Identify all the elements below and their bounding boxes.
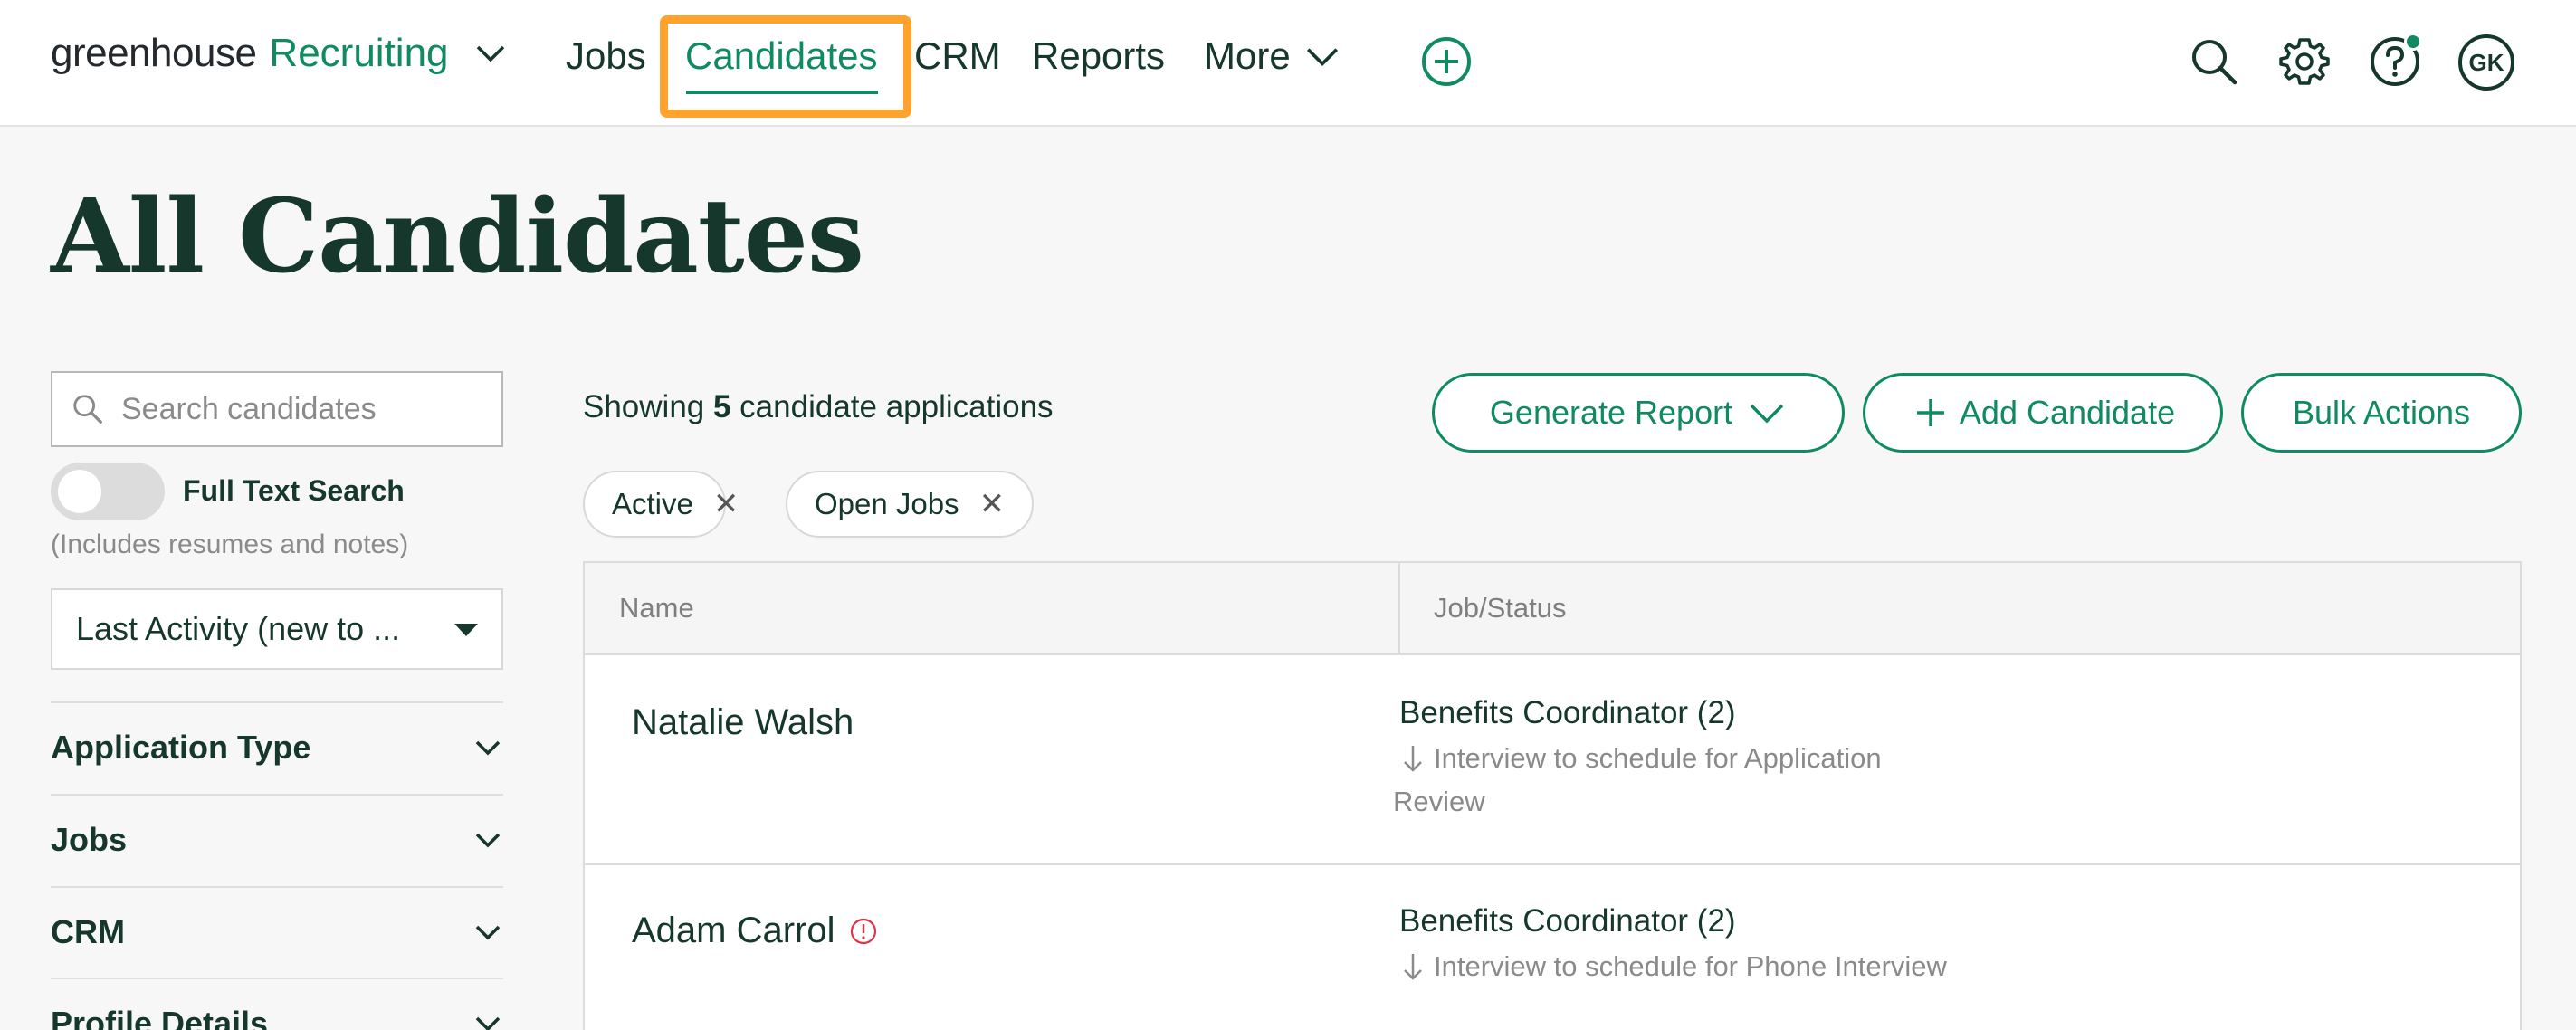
candidate-name-text: Natalie Walsh [632,702,854,742]
full-text-search-label: Full Text Search [183,474,405,507]
filter-label: CRM [51,913,125,950]
results-count-text: Showing 5 candidate applications [583,389,1054,425]
filter-jobs[interactable]: Jobs [51,794,503,884]
filter-chip-active: Active ✕ [583,471,739,538]
nav-more[interactable]: More [1204,34,1341,78]
add-candidate-button[interactable]: Add Candidate [1863,373,2223,453]
chevron-down-icon [475,833,501,848]
search-icon[interactable] [2187,34,2241,89]
chevron-down-icon [475,925,501,940]
full-text-search-toggle[interactable] [51,463,165,520]
notification-dot [2404,33,2422,51]
column-header-job-status[interactable]: Job/Status [1434,592,1566,625]
arrow-down-icon [1404,746,1422,772]
nav-more-label: More [1204,34,1291,77]
candidate-name[interactable]: Natalie Walsh [632,702,854,743]
candidates-table: Name Job/Status Natalie Walsh Benefits C… [583,561,2522,1030]
nav-crm[interactable]: CRM [914,34,1001,78]
search-icon [73,395,102,424]
highlight-box [660,15,911,118]
add-candidate-label: Add Candidate [1959,394,2176,431]
chevron-down-icon [475,740,501,756]
sort-select-value: Last Activity (new to ... [76,610,401,647]
stage-status: Interview to schedule for Phone Intervie… [1399,950,1947,983]
column-header-name[interactable]: Name [619,592,694,625]
app-logo[interactable]: greenhouse Recruiting [51,31,509,76]
candidate-search-box[interactable] [51,371,503,447]
candidate-name[interactable]: Adam Carrol [632,911,879,951]
filter-application-type[interactable]: Application Type [51,701,503,792]
stage-status-text: Interview to schedule for Application [1434,742,1882,774]
sort-select[interactable]: Last Activity (new to ... [51,588,503,670]
bulk-actions-button[interactable]: Bulk Actions [2241,373,2522,453]
candidate-name-text: Adam Carrol [632,911,835,950]
chevron-down-icon [1750,404,1784,424]
close-icon[interactable]: ✕ [713,486,739,522]
generate-report-button[interactable]: Generate Report [1432,373,1845,453]
close-icon[interactable]: ✕ [979,486,1006,522]
generate-report-label: Generate Report [1489,394,1733,431]
chevron-down-icon [475,1016,501,1030]
filter-chip-open-jobs: Open Jobs ✕ [786,471,1034,538]
alert-icon [850,918,876,944]
full-text-search-note: (Includes resumes and notes) [51,529,409,559]
filter-crm[interactable]: CRM [51,886,503,977]
chevron-down-icon [1306,48,1338,66]
gear-icon[interactable] [2277,34,2332,89]
filter-label: Jobs [51,821,128,858]
filter-label: Profile Details [51,1005,269,1030]
search-input[interactable] [121,391,465,427]
job-name[interactable]: Benefits Coordinator (2) [1399,903,1736,939]
chevron-down-icon[interactable] [472,35,509,72]
filter-profile-details[interactable]: Profile Details [51,978,503,1030]
chip-label: Open Jobs [815,487,959,520]
stage-status-continued: Review [1393,786,1485,817]
stage-status-text: Interview to schedule for Phone Intervie… [1434,950,1947,982]
nav-reports[interactable]: Reports [1032,34,1165,78]
product-name: Recruiting [269,31,449,75]
caret-down-icon [454,624,478,636]
job-name[interactable]: Benefits Coordinator (2) [1399,695,1736,731]
showing-count: 5 [712,389,731,424]
add-circle-icon[interactable] [1419,34,1474,89]
table-row[interactable]: Adam Carrol Benefits Coordinator (2) Int… [585,865,2520,1030]
table-row[interactable]: Natalie Walsh Benefits Coordinator (2) I… [585,655,2520,865]
stage-status: Interview to schedule for Application [1399,742,1882,775]
showing-suffix: candidate applications [730,389,1054,424]
showing-prefix: Showing [583,389,713,424]
nav-jobs[interactable]: Jobs [566,34,646,78]
arrow-down-icon [1404,954,1422,980]
table-header: Name Job/Status [585,563,2520,655]
user-avatar[interactable]: GK [2458,34,2514,91]
chip-label: Active [612,487,693,520]
plus-icon [1916,399,1944,426]
page-title: All Candidates [51,177,864,296]
brand-name: greenhouse [51,31,257,75]
column-divider [1398,563,1400,655]
filter-label: Application Type [51,729,311,766]
toggle-knob [58,470,101,513]
top-navigation-bar: greenhouse Recruiting Jobs Candidates CR… [0,0,2576,127]
